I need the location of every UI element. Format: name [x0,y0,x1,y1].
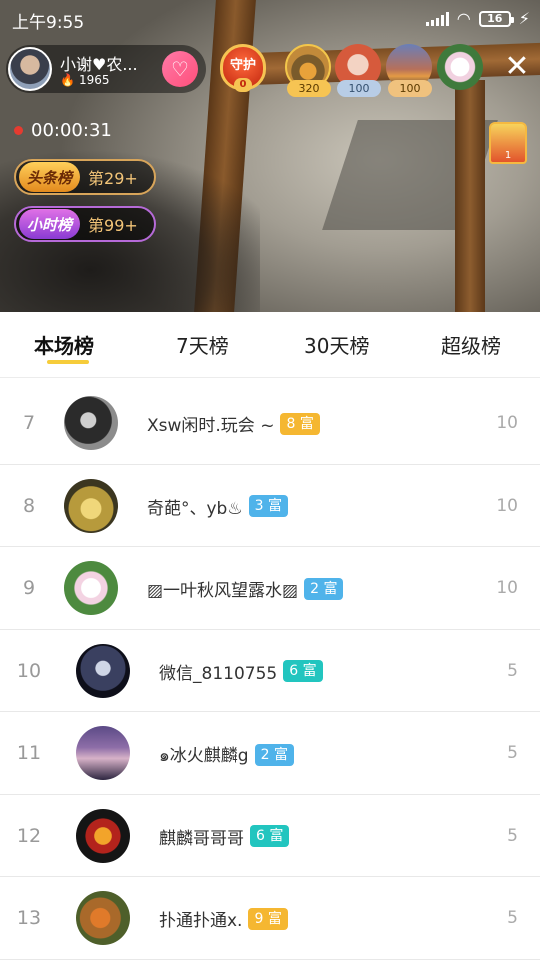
guard-count: 0 [234,78,252,92]
tab-this-session[interactable]: 本场榜 [34,330,94,359]
wealth-level-badge: 2 富 [304,577,344,600]
guard-label: 守护 [229,58,256,73]
contribution-score: 5 [507,743,518,763]
viewer-avatar[interactable]: 100 [335,44,381,98]
user-name: ▨一叶秋风望露水▨ [147,581,299,601]
user-name: Xsw闲时.玩会 ~ [147,416,275,436]
list-item[interactable]: 10 微信_8110755 6 富 5 [0,630,540,712]
host-avatar[interactable] [8,47,52,91]
user-name: 扑通扑通x. [159,911,243,931]
avatar[interactable] [76,726,130,780]
rank-number: 7 [22,412,36,434]
hourly-rank-tag: 小时榜 [19,209,81,239]
list-item[interactable]: 9 ▨一叶秋风望露水▨ 2 富 10 [0,547,540,630]
host-name: 小谢♥农... [60,55,138,74]
list-item[interactable]: 12 麒麟哥哥哥 6 富 5 [0,795,540,877]
status-bar: 上午9:55 ◠ 16 ⚡ [0,0,540,36]
host-fans: 🔥 1965 [60,73,110,87]
wifi-icon: ◠ [456,9,471,28]
flame-icon: 🔥 [60,73,75,87]
avatar[interactable] [64,561,118,615]
ranking-list: 7 Xsw闲时.玩会 ~ 8 富 10 8 奇葩°、yb♨ 3 富 10 9 ▨… [0,382,540,960]
list-item[interactable]: 8 奇葩°、yb♨ 3 富 10 [0,465,540,547]
wealth-level-badge: 2 富 [254,744,294,766]
viewer-contribution-badge: 100 [388,80,432,97]
viewer-contribution-badge: 320 [287,80,331,97]
status-time: 上午9:55 [12,13,85,33]
follow-heart-button[interactable]: ♡ [162,51,198,87]
close-button[interactable]: ✕ [502,52,532,82]
charging-icon: ⚡ [518,9,530,28]
user-name: 奇葩°、yb♨ [147,498,243,519]
user-info: 微信_8110755 6 富 [159,659,323,684]
battery-level: 16 [487,12,503,25]
user-info: ▨一叶秋风望露水▨ 2 富 [147,576,344,601]
user-info: 麒麟哥哥哥 6 富 [159,824,290,849]
list-item[interactable]: 13 扑通扑通x. 9 富 5 [0,877,540,960]
rank-number: 10 [16,659,42,682]
user-name: ๑冰火麒麟g [159,746,249,766]
wealth-level-badge: 6 富 [283,660,323,682]
tab-super[interactable]: 超级榜 [441,330,501,359]
list-item[interactable]: 7 Xsw闲时.玩会 ~ 8 富 10 [0,382,540,465]
heart-icon: ♡ [171,57,189,81]
ranking-tabs: 本场榜 7天榜 30天榜 超级榜 [0,312,540,378]
user-info: ๑冰火麒麟g 2 富 [159,741,294,769]
avatar[interactable] [76,891,130,945]
rank-number: 12 [16,824,42,847]
rank-number: 13 [16,907,42,929]
headline-rank-tag: 头条榜 [19,162,81,192]
contribution-score: 5 [507,825,518,846]
tab-7-days[interactable]: 7天榜 [176,330,229,359]
user-name: 麒麟哥哥哥 [159,828,244,849]
contribution-score: 10 [496,578,518,598]
wealth-level-badge: 9 富 [248,907,288,930]
contribution-score: 10 [496,495,518,516]
recording-dot-icon [14,126,23,135]
user-name: 微信_8110755 [159,663,278,684]
user-info: Xsw闲时.玩会 ~ 8 富 [147,411,320,436]
viewer-avatar[interactable]: 100 [386,44,432,98]
rank-number: 9 [22,577,36,599]
video-beam [455,80,485,312]
avatar[interactable] [64,478,118,533]
hourly-rank-pill[interactable]: 小时榜 第99+ [14,206,156,242]
host-fans-count: 1965 [78,73,110,87]
viewer-contribution-badge: 100 [337,80,381,97]
headline-rank-pill[interactable]: 头条榜 第29+ [14,159,156,195]
rank-number: 11 [16,742,42,764]
rank-number: 8 [22,494,36,517]
signal-icon [425,11,449,26]
contribution-score: 10 [496,413,518,433]
headline-rank-value: 第29+ [88,169,138,188]
contribution-score: 5 [507,660,518,681]
live-duration: 00:00:31 [14,120,112,141]
viewer-avatar[interactable] [437,44,483,98]
avatar[interactable] [64,396,118,450]
wealth-level-badge: 8 富 [280,412,320,435]
avatar[interactable] [76,643,130,698]
user-info: 扑通扑通x. 9 富 [159,906,288,931]
avatar [437,44,483,90]
contribution-score: 5 [507,908,518,928]
tab-indicator [47,360,89,364]
live-duration-text: 00:00:31 [31,120,112,141]
wealth-level-badge: 6 富 [250,825,290,847]
castle-gift-icon[interactable]: 1 [483,112,533,168]
list-item[interactable]: 11 ๑冰火麒麟g 2 富 5 [0,712,540,795]
tab-30-days[interactable]: 30天榜 [304,330,369,359]
wealth-level-badge: 3 富 [248,495,288,517]
host-info-pill[interactable]: 小谢♥农... 🔥 1965 ♡ [6,45,206,93]
close-icon: ✕ [504,49,530,84]
viewer-avatar[interactable]: 320 [285,44,331,98]
user-info: 奇葩°、yb♨ 3 富 [147,494,288,519]
castle-count: 1 [504,150,512,161]
hourly-rank-value: 第99+ [88,216,138,235]
avatar[interactable] [76,808,130,863]
guard-badge[interactable]: 守护 0 [216,40,270,96]
battery-icon: 16 [478,10,514,27]
status-icons: ◠ 16 ⚡ [425,9,530,28]
